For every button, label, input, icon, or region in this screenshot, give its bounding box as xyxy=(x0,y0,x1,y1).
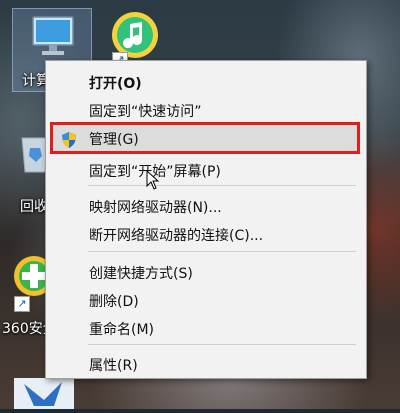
menu-item-label: 断开网络驱动器的连接(C)... xyxy=(89,228,264,244)
menu-item-rename[interactable]: 重命名(M) xyxy=(46,315,366,341)
menu-item-pin-quick-access[interactable]: 固定到“快速访问” xyxy=(46,97,366,123)
menu-item-pin-start[interactable]: 固定到“开始”屏幕(P) xyxy=(46,157,366,183)
menu-item-open[interactable]: 打开(O) xyxy=(46,69,366,95)
this-pc-icon[interactable] xyxy=(30,14,76,62)
menu-item-properties[interactable]: 属性(R) xyxy=(46,351,366,377)
context-menu: 打开(O) 固定到“快速访问” 管理(G) 固定到“开始”屏幕(P) 映射网络驱… xyxy=(45,60,367,379)
menu-item-map-drive[interactable]: 映射网络驱动器(N)... xyxy=(46,193,366,219)
menu-item-manage[interactable]: 管理(G) xyxy=(46,125,366,151)
menu-item-label: 属性(R) xyxy=(89,358,138,374)
mouse-cursor-icon xyxy=(146,169,160,194)
menu-item-label: 固定到“快速访问” xyxy=(89,104,202,120)
menu-item-label: 打开(O) xyxy=(89,76,142,92)
menu-item-label: 创建快捷方式(S) xyxy=(89,266,193,282)
menu-item-label: 重命名(M) xyxy=(89,322,155,338)
menu-item-label: 映射网络驱动器(N)... xyxy=(89,200,222,216)
menu-item-label: 管理(G) xyxy=(89,132,139,148)
recycle-bin-label: 回收 xyxy=(20,199,48,215)
app-icon[interactable] xyxy=(14,378,74,413)
uac-shield-icon xyxy=(60,131,78,153)
menu-separator xyxy=(88,344,356,345)
menu-item-label: 删除(D) xyxy=(89,294,139,310)
menu-item-delete[interactable]: 删除(D) xyxy=(46,287,366,313)
menu-item-disconnect-drive[interactable]: 断开网络驱动器的连接(C)... xyxy=(46,221,366,247)
shortcut-arrow-icon: ↗ xyxy=(14,296,30,312)
menu-separator xyxy=(88,185,356,186)
menu-item-create-shortcut[interactable]: 创建快捷方式(S) xyxy=(46,259,366,285)
menu-separator xyxy=(88,251,356,252)
